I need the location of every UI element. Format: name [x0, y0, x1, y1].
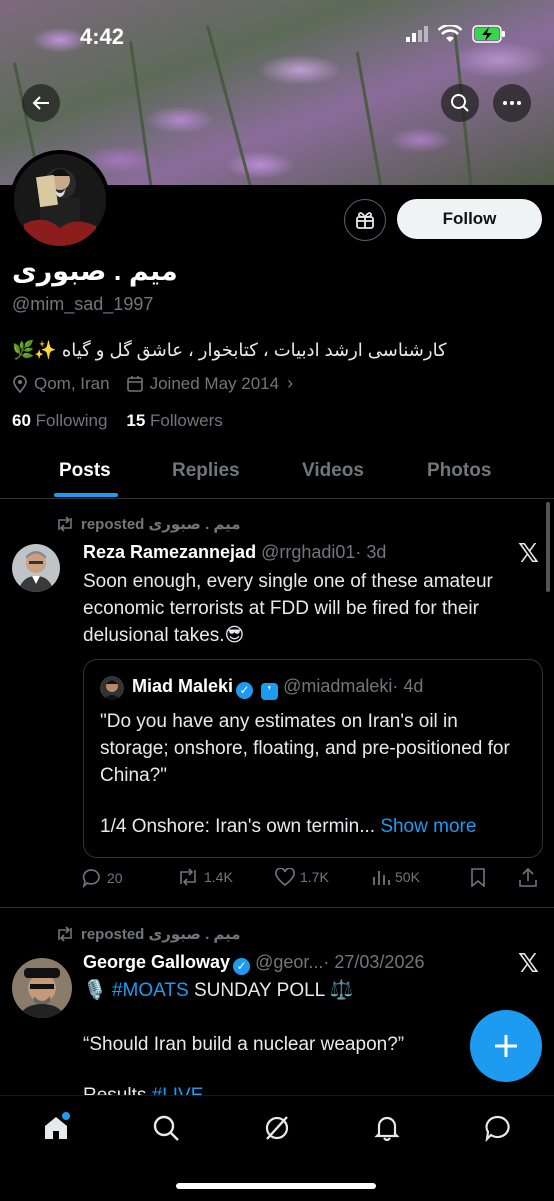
profile-name: میم . صبوری: [12, 256, 178, 286]
repost-icon: [58, 516, 72, 532]
tab-posts[interactable]: Posts: [59, 460, 111, 482]
profile-tabs: Posts Replies Videos Photos: [0, 450, 554, 499]
reply-button[interactable]: 20: [82, 868, 123, 888]
nav-grok[interactable]: [257, 1108, 297, 1148]
post-author-avatar[interactable]: [12, 958, 72, 1018]
post-author-name[interactable]: Reza Ramezannejad: [83, 542, 256, 562]
calendar-icon: [126, 375, 143, 392]
repost-icon: [180, 868, 196, 886]
x-logo-icon: 𝕏: [518, 948, 539, 978]
verified-badge-icon: ✓: [233, 958, 251, 975]
battery-charging-icon: [472, 25, 505, 43]
follow-button[interactable]: Follow: [397, 199, 542, 239]
post-text-line3-clip: Results #LIVE: [0, 1082, 554, 1096]
quoted-post[interactable]: Miad Maleki ✓ ❜ @miadmaleki· 4d "Do you h…: [83, 659, 543, 858]
microphone-icon: 🎙️: [83, 980, 107, 1001]
repost-button[interactable]: 1.4K: [177, 868, 233, 886]
home-indicator[interactable]: [176, 1183, 376, 1189]
repost-indicator: reposted میم . صبوری: [55, 925, 241, 943]
notification-dot: [62, 1112, 70, 1120]
profile-location: Qom, Iran: [34, 373, 110, 393]
search-profile-button[interactable]: [441, 84, 479, 122]
like-button[interactable]: 1.7K: [275, 868, 329, 886]
nav-search[interactable]: [146, 1108, 186, 1148]
signal-icon: [406, 26, 428, 42]
more-options-button[interactable]: [493, 84, 531, 122]
post-text-line2: “Should Iran build a nuclear weapon?”: [83, 1034, 405, 1055]
tab-photos[interactable]: Photos: [427, 460, 491, 482]
post-header: George Galloway ✓ @geor...· 27/03/2026: [83, 952, 424, 975]
analytics-icon: [373, 871, 390, 885]
post-time: · 27/03/2026: [323, 952, 425, 972]
chevron-right-icon[interactable]: ›: [287, 373, 293, 394]
status-icons: [406, 25, 506, 43]
profile-bio: 🌿✨ کارشناسی ارشد ادبیات ، کتابخوار ، عاش…: [12, 340, 447, 360]
bell-icon: [374, 1116, 400, 1142]
views-button[interactable]: 50K: [372, 868, 420, 886]
arrow-left-icon: [32, 96, 49, 110]
compose-post-button[interactable]: [470, 1010, 542, 1082]
post-author-avatar[interactable]: [12, 544, 60, 592]
status-time: 4:42: [80, 24, 125, 49]
gift-button[interactable]: [344, 199, 386, 241]
heart-icon: [275, 868, 295, 886]
nav-notifications[interactable]: [367, 1108, 407, 1148]
chat-bubble-icon: [485, 1115, 510, 1142]
post-time: · 3d: [355, 542, 387, 562]
post-header: Reza Ramezannejad @rrghadi01· 3d: [83, 542, 386, 563]
nav-messages[interactable]: [478, 1108, 518, 1148]
bookmark-button[interactable]: [470, 868, 486, 887]
repost-icon: [58, 926, 72, 942]
show-more-link[interactable]: Show more: [380, 816, 476, 837]
profile-handle: @mim_sad_1997: [12, 294, 154, 314]
quote-time: · 4d: [392, 676, 424, 696]
more-icon: [503, 101, 521, 105]
tab-replies[interactable]: Replies: [172, 460, 240, 482]
following-link[interactable]: 60 Following: [12, 411, 107, 430]
verified-badge-icon: ✓: [236, 682, 254, 699]
scrollbar[interactable]: [546, 502, 550, 592]
post-text-line3: Results #LIVE: [83, 1085, 204, 1096]
quote-author-name: Miad Maleki: [132, 676, 234, 696]
nav-home[interactable]: [36, 1108, 76, 1148]
gift-icon: [356, 212, 374, 229]
search-icon: [451, 94, 469, 112]
repost-indicator: reposted میم . صبوری: [55, 515, 241, 533]
follow-stats: 60 Following 15 Followers: [12, 411, 223, 431]
quote-author-handle: @miadmaleki: [283, 676, 393, 696]
post-author-handle[interactable]: @rrghadi01: [261, 542, 355, 562]
active-tab-indicator: [54, 493, 118, 497]
post-author-name[interactable]: George Galloway: [83, 952, 230, 972]
share-icon: [519, 868, 537, 887]
profile-meta: Qom, Iran Joined May 2014 ›: [12, 373, 293, 394]
quote-text: "Do you have any estimates on Iran's oil…: [100, 711, 510, 786]
hashtag-link[interactable]: #MOATS: [112, 980, 189, 1001]
back-button[interactable]: [22, 84, 60, 122]
share-button[interactable]: [518, 868, 538, 888]
status-bar: 4:42: [0, 0, 554, 70]
quote-header: Miad Maleki ✓ ❜ @miadmaleki· 4d: [132, 676, 423, 700]
profile-joined: Joined May 2014: [149, 373, 280, 393]
post-text: Soon enough, every single one of these a…: [83, 571, 493, 646]
post-text-line1: 🎙️ #MOATS SUNDAY POLL ⚖️: [83, 980, 354, 1001]
wifi-icon: [438, 25, 462, 42]
bookmark-icon: [471, 868, 485, 887]
location-icon: [13, 374, 27, 393]
post-actions: 20 1.4K 1.7K 50K: [82, 866, 542, 894]
plus-icon: [495, 1035, 517, 1057]
post-divider: [0, 907, 554, 908]
followers-link[interactable]: 15 Followers: [126, 411, 222, 430]
tab-videos[interactable]: Videos: [302, 460, 364, 482]
grok-icon: [265, 1116, 289, 1140]
quote-author-avatar: [100, 676, 124, 700]
search-icon: [153, 1115, 179, 1141]
reply-icon: [82, 869, 100, 888]
affiliate-badge-icon: ❜: [261, 683, 279, 700]
post-author-handle[interactable]: @geor...: [255, 952, 323, 972]
x-logo-icon: 𝕏: [518, 538, 539, 568]
profile-avatar[interactable]: [10, 150, 110, 250]
quote-text-continued: 1/4 Onshore: Iran's own termin... Show m…: [100, 816, 477, 837]
